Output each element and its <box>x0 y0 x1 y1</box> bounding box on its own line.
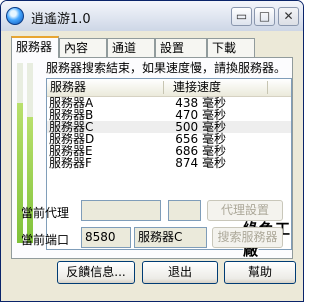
globe-app-icon <box>6 7 24 25</box>
title-bar[interactable]: 逍遙游1.0 ▭ □ ✕ <box>1 1 303 31</box>
current-server-field[interactable]: 服務器C <box>134 227 207 248</box>
app-window: 逍遙游1.0 ▭ □ ✕ 服務器 內容 通道 設置 下載 服務器搜索結束，如果速… <box>0 0 304 302</box>
server-list-header: 服務器 連接速度 <box>47 79 291 97</box>
proxy-host-field[interactable] <box>81 200 161 221</box>
feedback-button[interactable]: 反饋信息... <box>57 261 135 284</box>
column-header-speed[interactable]: 連接速度 <box>173 79 221 96</box>
tab-servers[interactable]: 服務器 <box>11 36 59 58</box>
tab-content[interactable]: 內容 <box>59 38 107 57</box>
proxy-label: 當前代理 <box>21 206 70 220</box>
column-separator[interactable] <box>267 81 268 94</box>
search-status-text: 服務器搜索結束，如果速度慢，請換服務器。 <box>46 61 287 75</box>
server-speed: 874 毫秒 <box>175 156 226 170</box>
minimize-button[interactable]: ▭ <box>231 7 252 26</box>
port-field[interactable]: 8580 <box>81 227 131 248</box>
proxy-port-field[interactable] <box>168 200 201 221</box>
close-button[interactable]: ✕ <box>278 7 299 26</box>
server-row[interactable]: 服務器F 874 毫秒 <box>47 157 291 169</box>
server-name: 服務器F <box>49 156 92 170</box>
column-separator[interactable] <box>163 81 164 94</box>
signal-meter-left-fill <box>17 102 23 243</box>
tab-downloads[interactable]: 下載 <box>207 38 255 57</box>
search-servers-button[interactable]: 搜索服務器 <box>212 227 283 248</box>
close-icon: ✕ <box>283 9 294 23</box>
signal-meter-right-fill <box>27 117 33 243</box>
tab-settings[interactable]: 設置 <box>155 38 207 57</box>
tab-channels[interactable]: 通道 <box>107 38 155 57</box>
window-title: 逍遙游1.0 <box>31 12 91 27</box>
maximize-icon: □ <box>258 9 271 23</box>
proxy-settings-button[interactable]: 代理設置 <box>207 200 283 221</box>
column-header-server[interactable]: 服務器 <box>50 79 86 96</box>
help-button[interactable]: 幫助 <box>224 261 296 284</box>
maximize-button[interactable]: □ <box>254 7 275 26</box>
port-label: 當前端口 <box>21 233 70 247</box>
exit-button[interactable]: 退出 <box>142 261 218 284</box>
minimize-icon: ▭ <box>235 9 248 23</box>
